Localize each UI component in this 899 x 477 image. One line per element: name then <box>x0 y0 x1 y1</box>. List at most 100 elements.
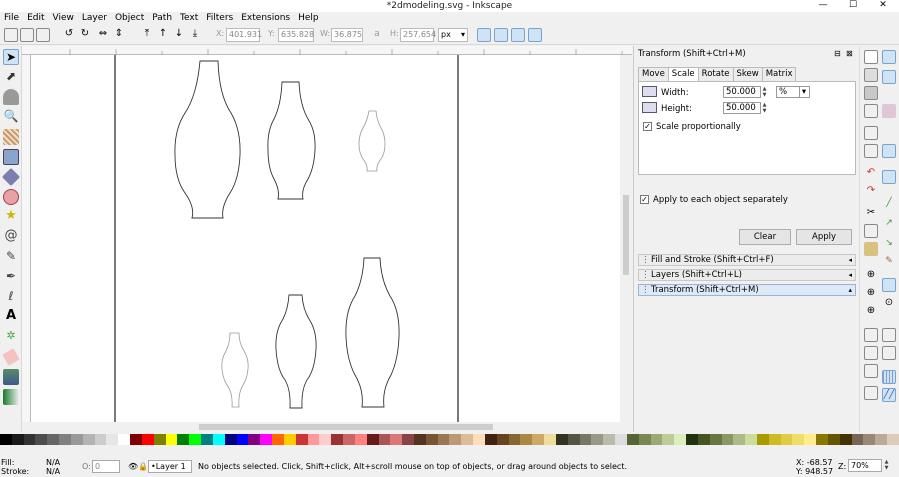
palette-swatch[interactable] <box>508 434 521 445</box>
palette-swatch[interactable] <box>189 434 202 445</box>
dock-icon[interactable]: ⊟ <box>834 49 841 58</box>
palette-swatch[interactable] <box>212 434 225 445</box>
palette-swatch[interactable] <box>59 434 71 445</box>
open-icon[interactable] <box>864 68 878 82</box>
palette-swatch[interactable] <box>780 434 793 445</box>
palette-swatch[interactable] <box>567 434 580 445</box>
y-input[interactable]: 635.828 <box>278 28 314 42</box>
tweak-tool-icon[interactable] <box>3 89 19 105</box>
palette-swatch[interactable] <box>47 434 60 445</box>
tab-scale[interactable]: Scale <box>667 67 699 82</box>
palette-swatch[interactable] <box>366 434 379 445</box>
pencil-tool-icon[interactable]: ✎ <box>3 249 19 265</box>
palette-swatch[interactable] <box>544 434 556 445</box>
snap-midpoint-icon[interactable]: ✎ <box>882 254 896 268</box>
dock-transform[interactable]: Transform (Shift+Ctrl+M) ⋮ ▴ <box>638 284 856 296</box>
palette-swatch[interactable] <box>626 434 639 445</box>
palette-swatch[interactable] <box>768 434 781 445</box>
palette-swatch[interactable] <box>650 434 663 445</box>
palette-swatch[interactable] <box>875 434 888 445</box>
flip-vertical-icon[interactable]: ⇕ <box>112 28 126 42</box>
palette-swatch[interactable] <box>236 434 249 445</box>
unit-dropdown[interactable]: % ▾ <box>776 86 810 98</box>
palette-swatch[interactable] <box>295 434 308 445</box>
gradient-tool-icon[interactable] <box>3 389 19 405</box>
palette-swatch[interactable] <box>804 434 817 445</box>
eraser-tool-icon[interactable] <box>2 348 20 366</box>
height-input[interactable]: 50.000 <box>723 102 761 114</box>
palette-swatch[interactable] <box>745 434 757 445</box>
select-all-layers-icon[interactable] <box>20 28 34 42</box>
lower-to-bottom-icon[interactable]: ⤓ <box>188 28 202 42</box>
palette-swatch[interactable] <box>757 434 769 445</box>
snap-rotation-center-icon[interactable]: ⊙ <box>882 296 896 310</box>
palette-swatch[interactable] <box>662 434 675 445</box>
unlink-clone-icon[interactable] <box>864 364 878 378</box>
palette-swatch[interactable] <box>887 434 899 445</box>
vase-shape-1[interactable] <box>174 60 241 219</box>
palette-swatch[interactable] <box>118 434 131 445</box>
menu-edit[interactable]: Edit <box>23 12 48 25</box>
snap-centers-icon[interactable] <box>882 278 896 292</box>
move-patterns-icon[interactable] <box>528 28 542 42</box>
palette-swatch[interactable] <box>532 434 545 445</box>
palette-swatch[interactable] <box>591 434 604 445</box>
palette-swatch[interactable] <box>579 434 592 445</box>
clone-icon[interactable] <box>864 346 878 360</box>
tab-matrix[interactable]: Matrix <box>761 67 797 81</box>
tab-rotate[interactable]: Rotate <box>697 67 734 81</box>
tab-skew[interactable]: Skew <box>732 67 763 81</box>
vase-shape-4[interactable] <box>345 257 400 408</box>
apply-each-checkbox[interactable]: ✓ <box>640 195 649 204</box>
layer-lock-icon[interactable]: 🔒 <box>138 462 148 471</box>
layer-dropdown[interactable]: •Layer 1 <box>148 460 192 473</box>
palette-swatch[interactable] <box>686 434 698 445</box>
palette-swatch[interactable] <box>733 434 746 445</box>
palette-swatch[interactable] <box>354 434 367 445</box>
dock-fill-stroke[interactable]: Fill and Stroke (Shift+Ctrl+F) ⋮ ◂ <box>638 254 856 266</box>
menu-path[interactable]: Path <box>148 12 176 25</box>
snap-nodes-icon[interactable] <box>882 144 896 158</box>
vase-shape-2[interactable] <box>267 81 316 200</box>
w-input[interactable]: 36.875 <box>331 28 363 42</box>
palette-swatch[interactable] <box>461 434 474 445</box>
rectangle-tool-icon[interactable] <box>3 149 19 165</box>
palette-swatch[interactable] <box>177 434 190 445</box>
horizontal-scroll-thumb[interactable] <box>199 424 493 430</box>
close-panel-icon[interactable]: ⊠ <box>846 49 853 58</box>
move-gradients-icon[interactable] <box>511 28 525 42</box>
raise-icon[interactable]: ↑ <box>156 28 170 42</box>
palette-swatch[interactable] <box>82 434 95 445</box>
copy-icon[interactable] <box>864 224 878 238</box>
redo-icon[interactable]: ↷ <box>864 184 878 198</box>
palette-swatch[interactable] <box>638 434 651 445</box>
snap-others-icon[interactable]: ╱╱ <box>882 388 896 402</box>
dock-layers[interactable]: Layers (Shift+Ctrl+L) ⋮ ◂ <box>638 269 856 281</box>
raise-to-top-icon[interactable]: ⤒ <box>140 28 154 42</box>
palette-swatch[interactable] <box>343 434 355 445</box>
snap-edges-icon[interactable] <box>882 104 896 118</box>
close-button[interactable]: ✕ <box>868 0 898 12</box>
palette-swatch[interactable] <box>697 434 710 445</box>
palette-swatch[interactable] <box>863 434 876 445</box>
maximize-button[interactable]: ☐ <box>838 0 868 12</box>
palette-swatch[interactable] <box>23 434 36 445</box>
snap-toggle-icon[interactable] <box>882 50 896 64</box>
palette-swatch[interactable] <box>224 434 237 445</box>
palette-swatch[interactable] <box>0 434 12 445</box>
tab-move[interactable]: Move <box>638 67 669 81</box>
calligraphy-tool-icon[interactable]: ℓ <box>3 289 19 305</box>
unit-select[interactable]: px ▾ <box>438 28 468 42</box>
rotate-cw-icon[interactable]: ↻ <box>78 28 92 42</box>
palette-swatch[interactable] <box>153 434 166 445</box>
palette-swatch[interactable] <box>106 434 119 445</box>
select-all-icon[interactable] <box>4 28 18 42</box>
snap-paths-icon[interactable] <box>882 170 896 184</box>
snap-bbox-icon[interactable] <box>882 70 896 84</box>
lower-icon[interactable]: ↓ <box>172 28 186 42</box>
palette-swatch[interactable] <box>792 434 805 445</box>
palette-swatch[interactable] <box>555 434 568 445</box>
pen-tool-icon[interactable]: ✒ <box>3 269 19 285</box>
snap-cusp-icon[interactable]: ↗ <box>882 216 896 230</box>
palette-swatch[interactable] <box>35 434 48 445</box>
